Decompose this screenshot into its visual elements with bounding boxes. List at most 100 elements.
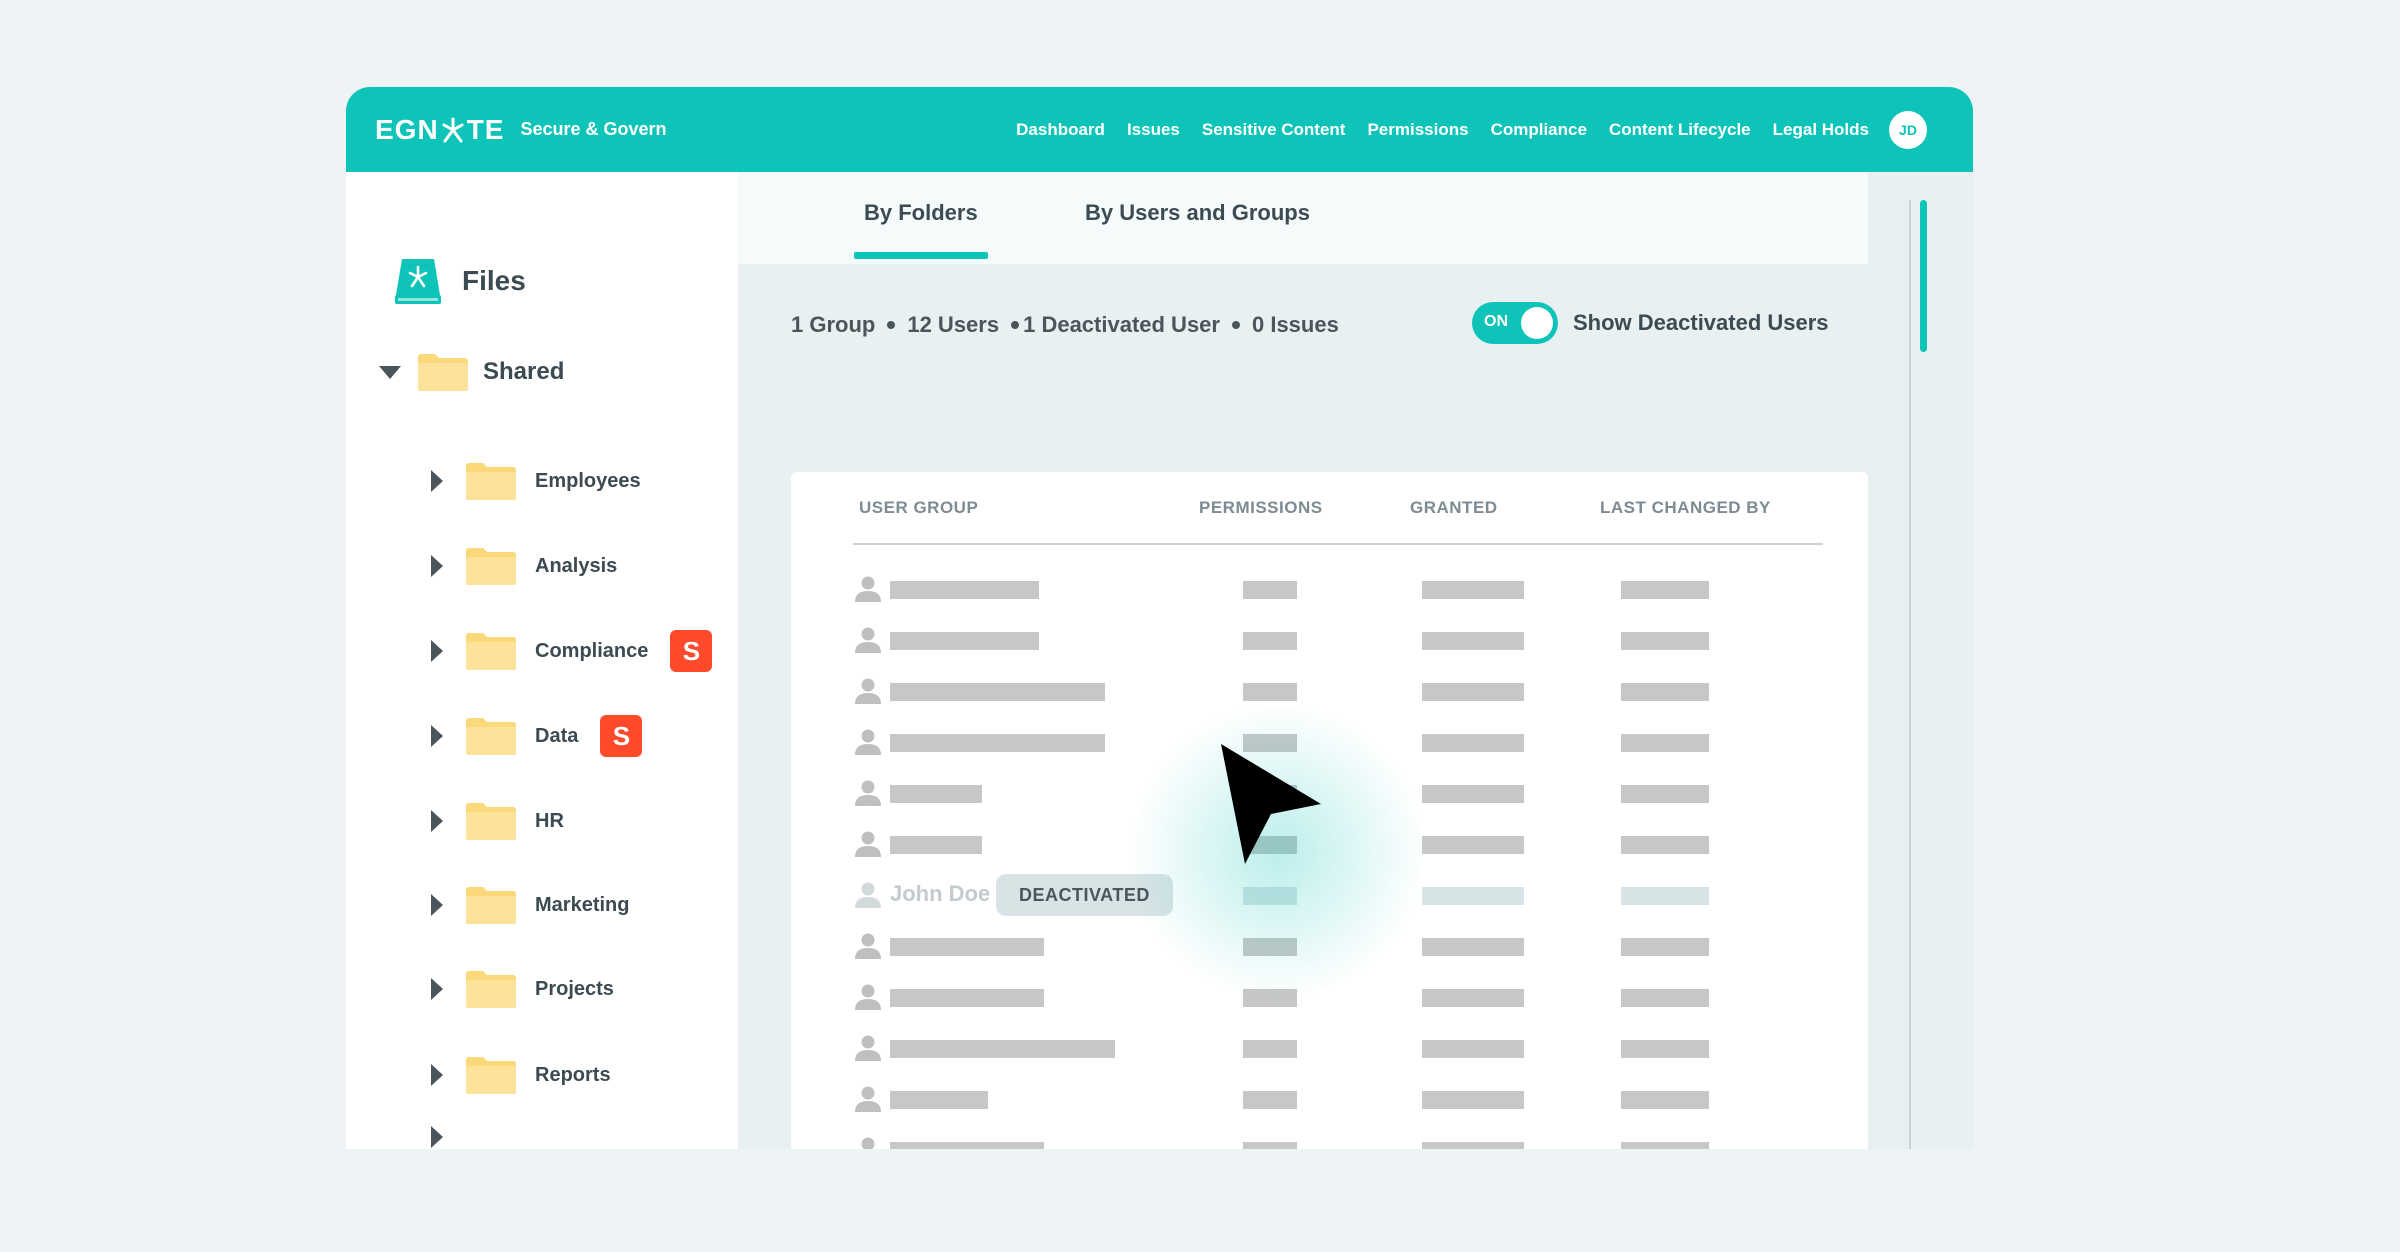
toggle-switch[interactable]: ON: [1472, 302, 1558, 344]
redacted-user-name: [890, 632, 1039, 650]
user-icon: [855, 831, 881, 857]
tree-label: Marketing: [535, 893, 630, 916]
redacted-last-changed-by: [1621, 887, 1709, 905]
table-row[interactable]: [853, 1026, 1823, 1066]
redacted-granted: [1422, 683, 1524, 701]
redacted-user-name: [890, 1091, 988, 1109]
folder-icon: [466, 971, 516, 1008]
tree-item-data[interactable]: Data S: [431, 715, 643, 757]
user-icon: [855, 678, 881, 704]
tree-label: Projects: [535, 977, 614, 1000]
redacted-permission: [1243, 1091, 1297, 1109]
tree-item-employees[interactable]: Employees: [431, 461, 641, 501]
tree-item-projects[interactable]: Projects: [431, 969, 614, 1009]
nav-issues[interactable]: Issues: [1127, 120, 1180, 140]
sensitive-content-badge[interactable]: S: [600, 715, 643, 757]
redacted-last-changed-by: [1621, 836, 1709, 854]
redacted-granted: [1422, 581, 1524, 599]
folder-icon: [418, 354, 468, 391]
redacted-last-changed-by: [1621, 938, 1709, 956]
toggle-label: Show Deactivated Users: [1573, 310, 1829, 335]
user-icon: [855, 627, 881, 653]
redacted-granted: [1422, 938, 1524, 956]
column-header-granted[interactable]: GRANTED: [1410, 498, 1498, 518]
expand-caret-icon[interactable]: [431, 640, 443, 662]
folder-icon: [466, 887, 516, 924]
redacted-last-changed-by: [1621, 734, 1709, 752]
user-icon: [855, 780, 881, 806]
tab-bar: By Folders By Users and Groups: [738, 172, 1868, 264]
mouse-pointer-icon: [1221, 744, 1321, 864]
tab-by-folders[interactable]: By Folders: [854, 200, 988, 259]
nav-compliance[interactable]: Compliance: [1491, 120, 1587, 140]
expand-caret-icon[interactable]: [431, 810, 443, 832]
deactivated-user-name: John Doe: [890, 881, 991, 906]
redacted-last-changed-by: [1621, 1091, 1709, 1109]
redacted-last-changed-by: [1621, 632, 1709, 650]
nav-legal-holds[interactable]: Legal Holds: [1773, 120, 1869, 140]
expand-caret-icon[interactable]: [431, 725, 443, 747]
separator-dot: [1231, 321, 1240, 329]
table-row[interactable]: [853, 669, 1823, 709]
redacted-last-changed-by: [1621, 1040, 1709, 1058]
redacted-user-name: [890, 836, 982, 854]
nav-sensitive-content[interactable]: Sensitive Content: [1202, 120, 1346, 140]
expand-caret-icon[interactable]: [431, 1064, 443, 1086]
redacted-last-changed-by: [1621, 581, 1709, 599]
user-count: 12 Users: [907, 312, 1000, 337]
expand-caret-icon[interactable]: [431, 555, 443, 577]
scrollbar-track[interactable]: [1909, 200, 1911, 1149]
expand-caret-icon[interactable]: [431, 1126, 443, 1148]
redacted-last-changed-by: [1621, 989, 1709, 1007]
column-header-last-changed-by[interactable]: LAST CHANGED BY: [1600, 498, 1771, 518]
column-header-permissions[interactable]: PERMISSIONS: [1199, 498, 1323, 518]
expand-caret-icon[interactable]: [431, 978, 443, 1000]
expand-caret-icon[interactable]: [431, 894, 443, 916]
folder-icon: [466, 548, 516, 585]
tree-item-analysis[interactable]: Analysis: [431, 546, 617, 586]
scrollbar-thumb[interactable]: [1920, 200, 1927, 352]
tree-item-more[interactable]: [431, 1126, 465, 1148]
tree-item-marketing[interactable]: Marketing: [431, 885, 629, 925]
tree-label: Data: [535, 724, 579, 747]
tree-item-compliance[interactable]: Compliance S: [431, 630, 713, 672]
separator-dot: [1011, 321, 1020, 329]
redacted-granted: [1422, 1142, 1524, 1149]
table-row[interactable]: [853, 618, 1823, 658]
folder-icon: [466, 1057, 516, 1094]
tree-item-hr[interactable]: HR: [431, 801, 564, 841]
sidebar-content: Files Shared Employees Analysis Compliance…: [346, 87, 738, 1149]
sensitive-content-badge[interactable]: S: [670, 630, 713, 672]
folder-icon: [466, 803, 516, 840]
redacted-permission: [1243, 632, 1297, 650]
nav-dashboard[interactable]: Dashboard: [1016, 120, 1105, 140]
files-header[interactable]: Files: [392, 255, 526, 307]
user-avatar[interactable]: JD: [1889, 110, 1927, 149]
deactivated-user-count: 1 Deactivated User: [1023, 312, 1220, 337]
permissions-panel: By Folders By Users and Groups 1 Group 1…: [738, 172, 1973, 1149]
column-header-user-group[interactable]: USER GROUP: [859, 498, 978, 518]
expand-caret-icon[interactable]: [431, 470, 443, 492]
redacted-last-changed-by: [1621, 683, 1709, 701]
table-row[interactable]: [853, 567, 1823, 607]
redacted-last-changed-by: [1621, 1142, 1709, 1149]
issue-count: 0 Issues: [1251, 312, 1339, 337]
nav-permissions[interactable]: Permissions: [1367, 120, 1468, 140]
user-icon: [855, 1086, 881, 1112]
folder-icon: [466, 463, 516, 500]
user-icon: [855, 576, 881, 602]
tree-item-shared[interactable]: Shared: [379, 352, 564, 392]
nav-content-lifecycle[interactable]: Content Lifecycle: [1609, 120, 1751, 140]
tree-item-reports[interactable]: Reports: [431, 1055, 611, 1095]
files-title: Files: [462, 265, 526, 296]
user-icon: [861, 1137, 875, 1149]
table-row[interactable]: [853, 1128, 1823, 1149]
show-deactivated-toggle[interactable]: ON Show Deactivated Users: [1472, 302, 1829, 344]
tree-label: Reports: [535, 1063, 611, 1086]
tab-by-users-and-groups[interactable]: By Users and Groups: [1085, 200, 1310, 226]
expand-caret-icon[interactable]: [379, 365, 401, 379]
redacted-user-name: [890, 683, 1105, 701]
table-row[interactable]: [853, 1077, 1823, 1117]
redacted-granted: [1422, 632, 1524, 650]
redacted-permission: [1243, 1040, 1297, 1058]
